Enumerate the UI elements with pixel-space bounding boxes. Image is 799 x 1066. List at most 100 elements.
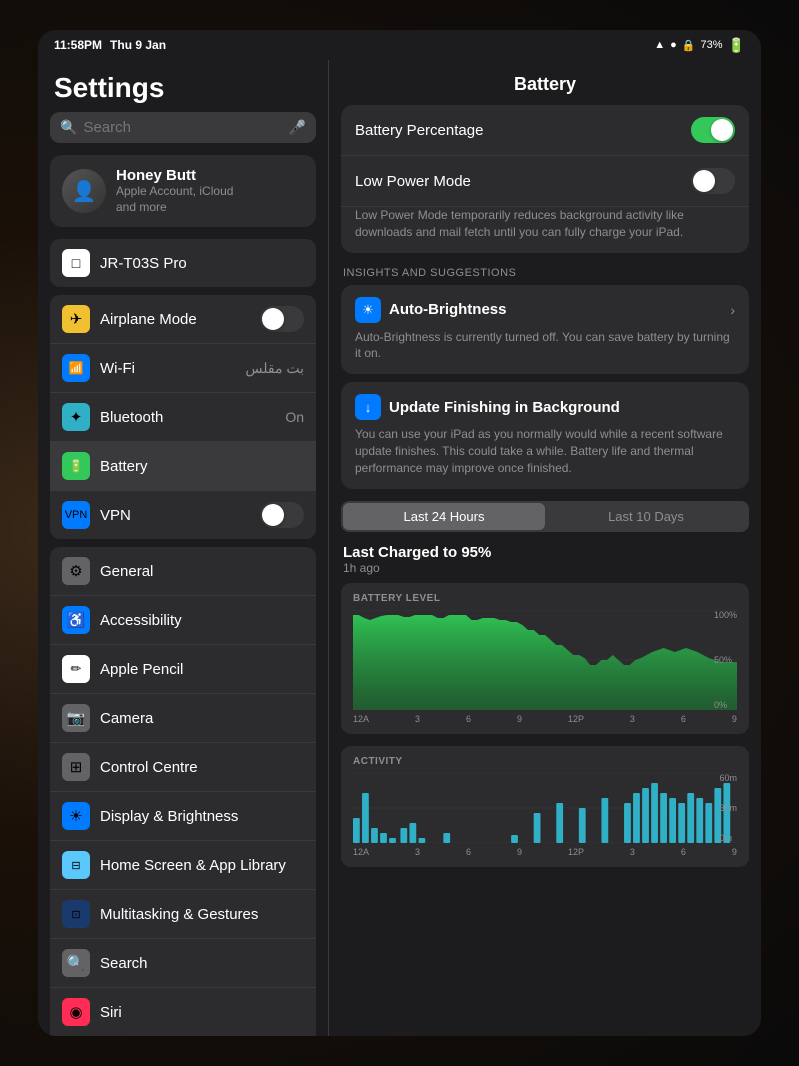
bluetooth-icon: ✦ [62, 403, 90, 431]
vpn-icon: VPN [62, 501, 90, 529]
sidebar-item-bluetooth[interactable]: ✦ Bluetooth On [50, 393, 316, 442]
user-profile[interactable]: 👤 Honey Butt Apple Account, iCloudand mo… [50, 155, 316, 227]
x-label-9: 9 [517, 714, 522, 724]
battery-percent: 73% [701, 39, 723, 51]
y-label-0: 0% [714, 700, 737, 710]
act-x-12a: 12A [353, 847, 369, 857]
sidebar-item-wifi[interactable]: 📶 Wi-Fi بت مقلس [50, 344, 316, 393]
device-item[interactable]: □ JR-T03S Pro [50, 239, 316, 287]
vpn-label: VPN [100, 507, 250, 524]
wifi-value: بت مقلس [245, 360, 304, 377]
home-screen-icon: ⊟ [62, 851, 90, 879]
search-settings-icon: 🔍 [62, 949, 90, 977]
search-input[interactable] [83, 119, 282, 136]
display-label: Display & Brightness [100, 808, 304, 825]
sidebar-item-general[interactable]: ⚙ General [50, 547, 316, 596]
user-subtitle: Apple Account, iCloudand more [116, 184, 233, 215]
accessibility-label: Accessibility [100, 612, 304, 629]
act-x-3b: 3 [630, 847, 635, 857]
last-charged-time: 1h ago [343, 561, 747, 575]
activity-chart: ACTIVITY [341, 746, 749, 867]
battery-icon: 🔋 [728, 37, 745, 54]
mic-icon[interactable]: 🎤 [289, 119, 306, 136]
accessibility-icon: ♿ [62, 606, 90, 634]
sidebar-item-display[interactable]: ☀ Display & Brightness [50, 792, 316, 841]
tab-last-24-hours[interactable]: Last 24 Hours [343, 503, 545, 530]
battery-y-labels: 100% 50% 0% [714, 610, 737, 710]
status-time: 11:58PM [54, 38, 102, 52]
battery-chart-wrapper: 100% 50% 0% [353, 610, 737, 710]
siri-icon: ◉ [62, 998, 90, 1026]
sidebar-item-control-centre[interactable]: ⊞ Control Centre [50, 743, 316, 792]
settings-title: Settings [38, 60, 328, 112]
camera-icon: 📷 [62, 704, 90, 732]
battery-percentage-toggle[interactable] [691, 117, 735, 143]
sidebar-item-home-screen[interactable]: ⊟ Home Screen & App Library [50, 841, 316, 890]
airplane-toggle[interactable] [260, 306, 304, 332]
act-x-12p: 12P [568, 847, 584, 857]
act-x-9: 9 [517, 847, 522, 857]
general-settings-group: ⚙ General ♿ Accessibility ✏ Apple Pencil… [50, 547, 316, 1036]
auto-brightness-icon: ☀ [355, 297, 381, 323]
x-label-6: 6 [466, 714, 471, 724]
sidebar-item-multitasking[interactable]: ⊡ Multitasking & Gestures [50, 890, 316, 939]
bluetooth-value: On [285, 409, 304, 425]
sidebar-item-airplane[interactable]: ✈ Airplane Mode [50, 295, 316, 344]
device-icon: □ [62, 249, 90, 277]
activity-chart-svg [353, 773, 737, 843]
auto-brightness-title: Auto-Brightness [389, 301, 507, 318]
sidebar-item-search[interactable]: 🔍 Search [50, 939, 316, 988]
apple-pencil-label: Apple Pencil [100, 661, 304, 678]
tab-last-10-days[interactable]: Last 10 Days [545, 503, 747, 530]
quick-settings-group: ✈ Airplane Mode 📶 Wi-Fi بت مقلس ✦ Blueto… [50, 295, 316, 539]
sidebar-item-apple-pencil[interactable]: ✏ Apple Pencil [50, 645, 316, 694]
bluetooth-label: Bluetooth [100, 409, 275, 426]
activity-chart-wrapper: 60m 30m 0m [353, 773, 737, 843]
status-date: Thu 9 Jan [110, 38, 166, 52]
sidebar: Settings 🔍 🎤 👤 Honey Butt Apple Account,… [38, 60, 328, 1036]
activity-y-30m: 30m [719, 803, 737, 813]
siri-label: Siri [100, 1004, 304, 1021]
sidebar-item-battery[interactable]: 🔋 Battery [50, 442, 316, 491]
insights-header: INSIGHTS AND SUGGESTIONS [329, 255, 761, 285]
display-icon: ☀ [62, 802, 90, 830]
battery-label: Battery [100, 458, 304, 475]
vpn-toggle[interactable] [260, 502, 304, 528]
sidebar-item-siri[interactable]: ◉ Siri [50, 988, 316, 1036]
low-power-row: Low Power Mode [341, 156, 749, 207]
sidebar-item-accessibility[interactable]: ♿ Accessibility [50, 596, 316, 645]
x-label-12a: 12A [353, 714, 369, 724]
low-power-toggle[interactable] [691, 168, 735, 194]
sidebar-item-vpn[interactable]: VPN VPN [50, 491, 316, 539]
signal-icon: ● [670, 39, 677, 51]
activity-x-labels: 12A 3 6 9 12P 3 6 9 [353, 847, 737, 857]
x-label-3: 3 [415, 714, 420, 724]
battery-level-chart: BATTERY LEVEL [341, 583, 749, 734]
general-icon: ⚙ [62, 557, 90, 585]
update-finishing-desc: You can use your iPad as you normally wo… [355, 426, 735, 476]
battery-level-label: BATTERY LEVEL [353, 593, 737, 604]
x-label-3b: 3 [630, 714, 635, 724]
act-x-3: 3 [415, 847, 420, 857]
x-label-12p: 12P [568, 714, 584, 724]
time-tabs: Last 24 Hours Last 10 Days [341, 501, 749, 532]
battery-x-labels: 12A 3 6 9 12P 3 6 9 [353, 714, 737, 724]
user-info: Honey Butt Apple Account, iCloudand more [116, 167, 233, 215]
device-name: JR-T03S Pro [100, 255, 187, 272]
update-finishing-header: ↓ Update Finishing in Background [355, 394, 735, 420]
battery-toggles-card: Battery Percentage Low Power Mode Low Po… [341, 105, 749, 253]
last-charged-title: Last Charged to 95% [343, 544, 747, 561]
update-finishing-title-row: ↓ Update Finishing in Background [355, 394, 620, 420]
control-centre-icon: ⊞ [62, 753, 90, 781]
auto-brightness-desc: Auto-Brightness is currently turned off.… [355, 329, 735, 363]
battery-panel: Battery Battery Percentage Low Power Mod… [328, 60, 761, 1036]
auto-brightness-card[interactable]: ☀ Auto-Brightness › Auto-Brightness is c… [341, 285, 749, 375]
act-x-6b: 6 [681, 847, 686, 857]
sidebar-item-camera[interactable]: 📷 Camera [50, 694, 316, 743]
avatar: 👤 [62, 169, 106, 213]
multitasking-label: Multitasking & Gestures [100, 906, 304, 923]
status-bar: 11:58PM Thu 9 Jan ▲ ● 🔒 73% 🔋 [38, 30, 761, 60]
control-centre-label: Control Centre [100, 759, 304, 776]
search-bar[interactable]: 🔍 🎤 [50, 112, 316, 143]
apple-pencil-icon: ✏ [62, 655, 90, 683]
